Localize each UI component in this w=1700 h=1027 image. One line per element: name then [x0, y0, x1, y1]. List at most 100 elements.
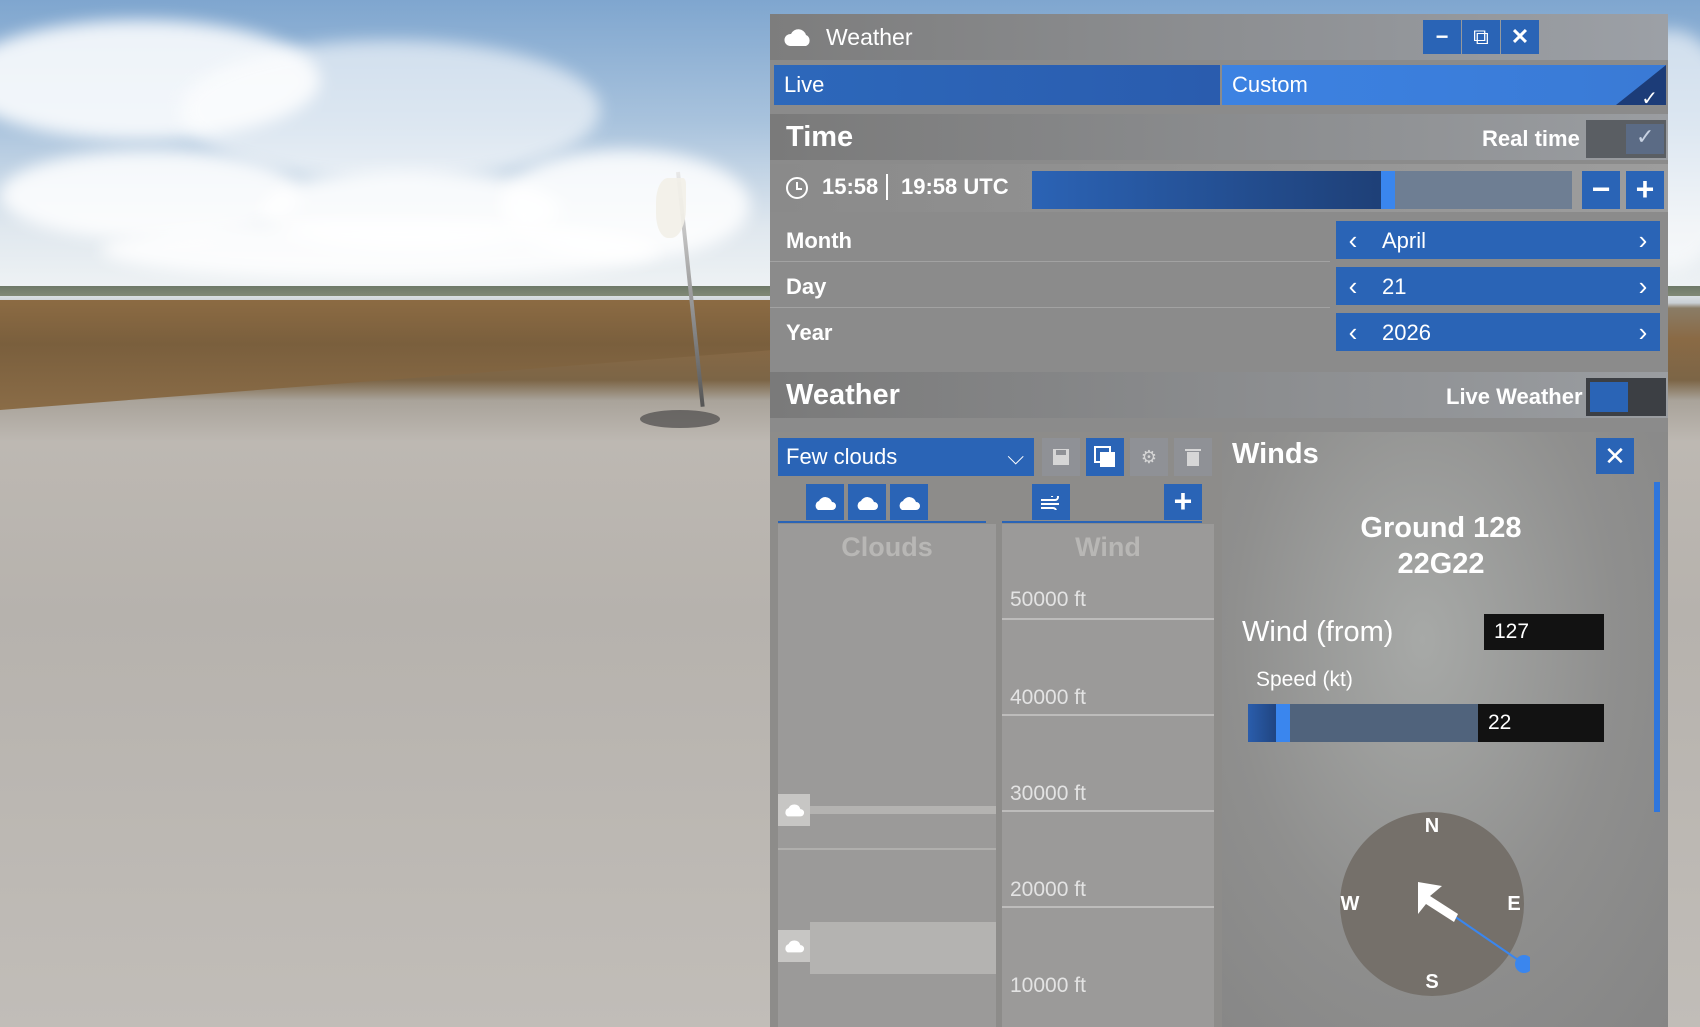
tab-custom[interactable]: Custom ✓ [1222, 65, 1666, 110]
trash-icon [1185, 449, 1201, 466]
cloud-layer-band[interactable] [810, 806, 996, 814]
wind-column[interactable]: Wind 50000 ft 40000 ft 30000 ft 20000 ft… [1002, 524, 1214, 1027]
local-time: 15:58 [822, 174, 879, 199]
wind-direction-handle[interactable] [1515, 955, 1530, 973]
day-label: Day [786, 274, 827, 299]
time-section-title: Time [786, 121, 854, 153]
chevron-right-icon[interactable]: › [1628, 225, 1658, 256]
ground-wind-gust: 22G22 [1397, 548, 1485, 580]
year-row: Year ‹ 2026 › [770, 310, 1668, 354]
cloud-layer-handle[interactable] [778, 930, 810, 962]
wind-compass[interactable]: N E S W [1334, 806, 1530, 1002]
altitude-label: 30000 ft [1010, 782, 1086, 805]
weather-preset-select[interactable]: Few clouds ⌵ [778, 438, 1034, 476]
check-icon: ✓ [1641, 88, 1658, 110]
day-stepper[interactable]: ‹ 21 › [1336, 267, 1660, 305]
month-stepper[interactable]: ‹ April › [1336, 221, 1660, 259]
mode-tabs: Live Custom ✓ [770, 62, 1668, 110]
time-slider-handle[interactable] [1381, 171, 1395, 209]
wind-layer-tab[interactable] [1032, 484, 1070, 520]
cloud-icon [815, 497, 836, 510]
clouds-column[interactable]: Clouds [778, 524, 996, 1027]
time-separator [886, 174, 888, 200]
wind-title: Wind [1075, 532, 1141, 562]
popout-icon: ⧉ [1473, 24, 1489, 49]
cloud-layer-tab-1[interactable] [806, 484, 844, 520]
copy-icon [1094, 446, 1115, 467]
windsock [656, 178, 686, 238]
real-time-toggle[interactable]: ✓ [1586, 120, 1666, 158]
time-row: 15:58 19:58 UTC − + [770, 164, 1668, 212]
year-value: 2026 [1382, 320, 1431, 345]
winds-title: Winds [1232, 438, 1319, 470]
check-icon: ✓ [1636, 124, 1655, 149]
cloud-icon [785, 940, 805, 953]
cloud-icon [784, 29, 810, 46]
altitude-label: 20000 ft [1010, 878, 1086, 901]
time-section-header: Time Real time ✓ [770, 114, 1668, 160]
minimize-icon: − [1435, 24, 1449, 49]
save-preset-button[interactable] [1042, 438, 1080, 476]
tab-live[interactable]: Live [774, 65, 1220, 105]
settings-button[interactable]: ⚙ [1130, 438, 1168, 476]
utc-time: 19:58 UTC [901, 174, 1009, 199]
clock-icon [786, 177, 808, 199]
wind-from-label: Wind (from) [1242, 616, 1394, 648]
weather-section-header: Weather Live Weather [770, 372, 1668, 418]
compass-east: E [1507, 893, 1520, 915]
month-label: Month [786, 228, 852, 253]
chevron-right-icon[interactable]: › [1628, 317, 1658, 348]
window-title: Weather [826, 24, 913, 50]
cloud-icon [857, 497, 878, 510]
minimize-button[interactable]: − [1423, 20, 1461, 54]
chevron-right-icon[interactable]: › [1628, 271, 1658, 302]
close-button[interactable]: ✕ [1501, 20, 1539, 54]
chevron-left-icon[interactable]: ‹ [1338, 225, 1368, 256]
chevron-left-icon[interactable]: ‹ [1338, 271, 1368, 302]
chevron-left-icon[interactable]: ‹ [1338, 317, 1368, 348]
live-weather-toggle[interactable] [1586, 378, 1666, 416]
delete-preset-button[interactable] [1174, 438, 1212, 476]
compass-south: S [1425, 971, 1438, 993]
ground-wind-summary: Ground 128 [1360, 512, 1522, 544]
copy-preset-button[interactable] [1086, 438, 1124, 476]
live-weather-label: Live Weather [1446, 384, 1583, 409]
wind-speed-input[interactable]: 22 [1478, 704, 1604, 742]
wind-speed-slider[interactable] [1248, 704, 1478, 742]
time-plus-button[interactable]: + [1626, 171, 1664, 209]
cloud-icon [899, 497, 920, 510]
winds-panel: Winds ✕ Ground 128 22G22 Wind (from) 127… [1222, 432, 1668, 1027]
altitude-label: 10000 ft [1010, 974, 1086, 997]
wind-icon [1041, 496, 1059, 510]
compass-west: W [1341, 893, 1360, 915]
time-of-day-slider[interactable] [1032, 171, 1572, 209]
cloud-layer-handle[interactable] [778, 794, 810, 826]
preset-value: Few clouds [786, 444, 898, 469]
toggle-knob [1590, 382, 1628, 412]
time-minus-button[interactable]: − [1582, 171, 1620, 209]
speed-label: Speed (kt) [1256, 668, 1353, 691]
month-row: Month ‹ April › [770, 218, 1668, 262]
winds-close-button[interactable]: ✕ [1596, 438, 1634, 474]
time-slider-fill [1032, 171, 1388, 209]
cloud-layer-tab-3[interactable] [890, 484, 928, 520]
altitude-label: 40000 ft [1010, 686, 1086, 709]
popout-button[interactable]: ⧉ [1462, 20, 1500, 54]
cloud-layer-band[interactable] [810, 922, 996, 974]
month-value: April [1382, 228, 1427, 253]
wind-direction-input[interactable]: 127 [1484, 614, 1604, 650]
cloud-layer-tab-2[interactable] [848, 484, 886, 520]
year-label: Year [786, 320, 833, 345]
day-row: Day ‹ 21 › [770, 264, 1668, 308]
day-value: 21 [1382, 274, 1407, 299]
altitude-label: 50000 ft [1010, 588, 1086, 611]
speed-slider-handle[interactable] [1276, 704, 1290, 742]
chevron-down-icon: ⌵ [1007, 444, 1024, 469]
tab-custom-label: Custom [1232, 72, 1308, 97]
cloud-icon [785, 804, 805, 817]
year-stepper[interactable]: ‹ 2026 › [1336, 313, 1660, 351]
add-layer-button[interactable]: + [1164, 484, 1202, 520]
title-bar[interactable]: Weather − ⧉ ✕ [770, 14, 1668, 60]
weather-panel: Weather − ⧉ ✕ Live Custom ✓ Time Real ti… [770, 14, 1668, 1027]
close-icon: ✕ [1510, 24, 1530, 49]
